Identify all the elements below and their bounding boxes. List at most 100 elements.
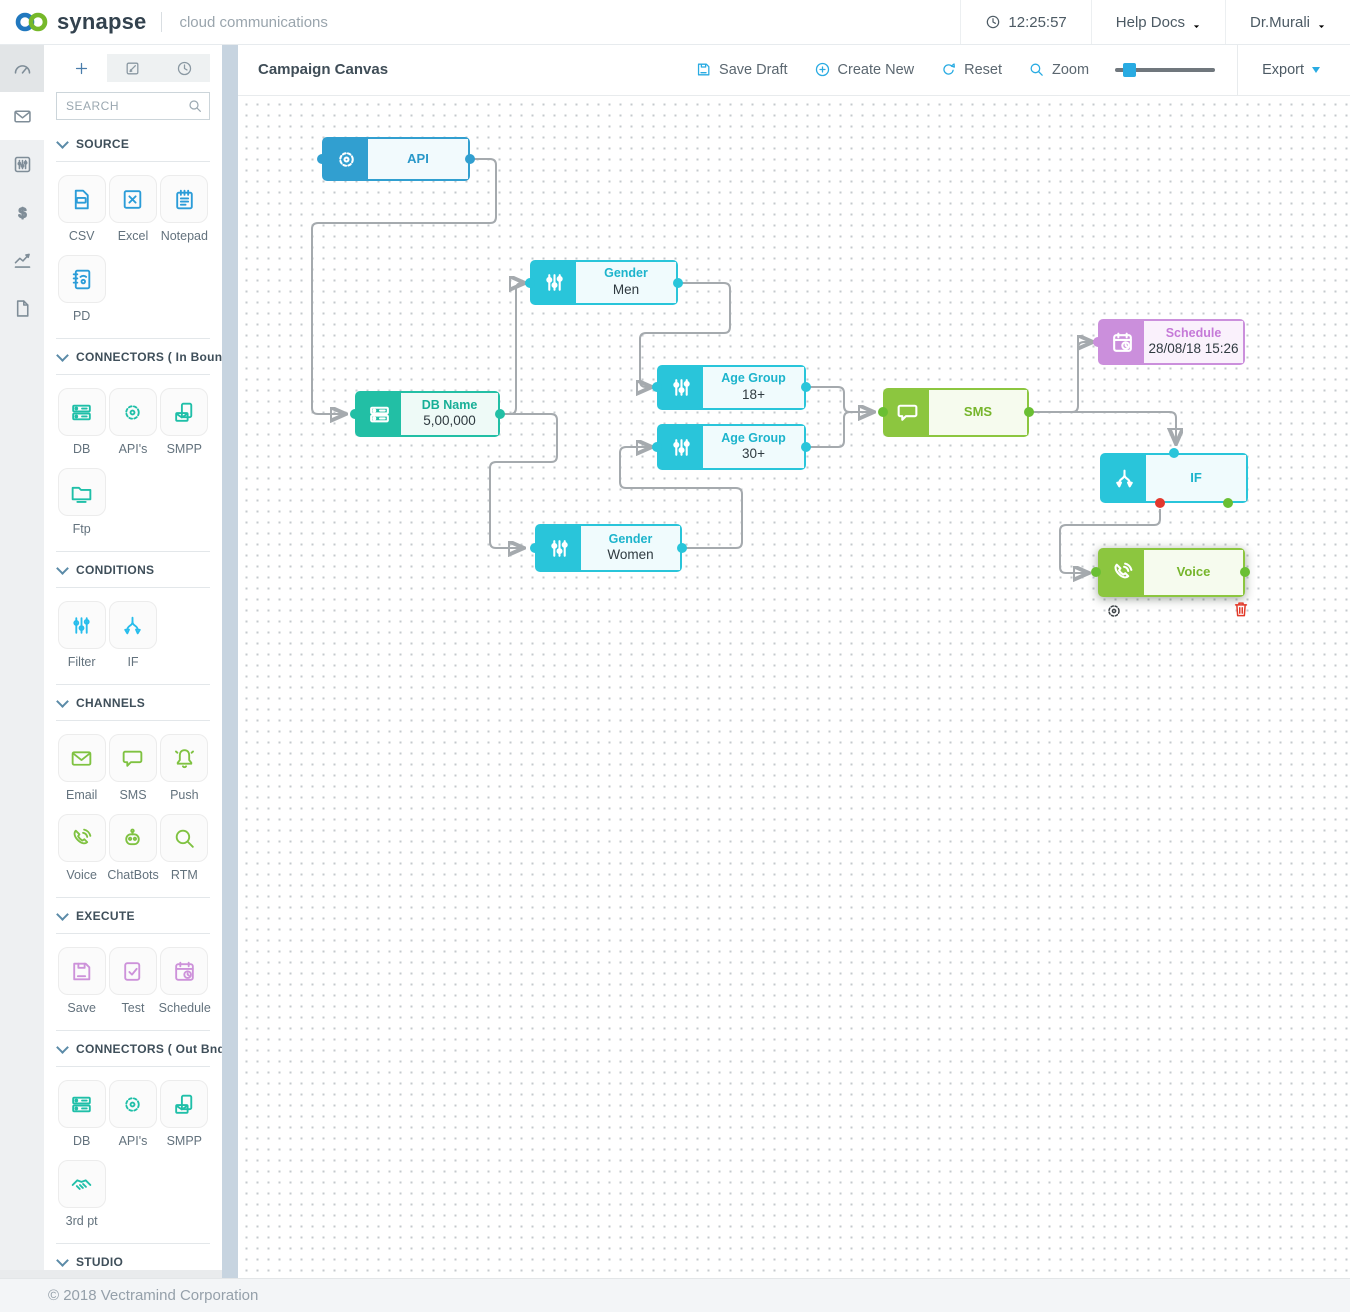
port-schedule-left[interactable] bbox=[1093, 337, 1103, 347]
node-age-group-30[interactable]: Age Group 30+ bbox=[657, 424, 806, 470]
section-conditions: CONDITIONS Filter IF bbox=[56, 551, 210, 684]
reset-button[interactable]: Reset bbox=[940, 61, 1002, 78]
magnifier-icon bbox=[1028, 61, 1045, 78]
palette-item-apis-in[interactable]: API's bbox=[107, 388, 158, 456]
palette-item-chatbots[interactable]: ChatBots bbox=[107, 814, 158, 882]
robot-icon bbox=[120, 826, 145, 851]
port-gender-men-right[interactable] bbox=[673, 278, 683, 288]
section-execute-header[interactable]: EXECUTE bbox=[56, 898, 210, 934]
help-docs-menu[interactable]: Help Docs bbox=[1091, 0, 1225, 44]
palette-item-filter[interactable]: Filter bbox=[56, 601, 107, 669]
rail-item-campaigns[interactable] bbox=[0, 92, 44, 140]
chevron-down-icon bbox=[56, 562, 69, 575]
node-gender-men[interactable]: Gender Men bbox=[530, 260, 678, 305]
port-if-false[interactable] bbox=[1155, 498, 1165, 508]
palette-item-voice[interactable]: Voice bbox=[56, 814, 107, 882]
port-sms-left[interactable] bbox=[878, 407, 888, 417]
node-age-group-18[interactable]: Age Group 18+ bbox=[657, 365, 806, 410]
palette-item-push[interactable]: Push bbox=[159, 734, 210, 802]
node-schedule[interactable]: Schedule 28/08/18 15:26 bbox=[1098, 319, 1245, 365]
port-gender-women-right[interactable] bbox=[677, 543, 687, 553]
canvas-grid[interactable]: API Gender Men DB Name 5,00,000 A bbox=[238, 96, 1350, 1278]
palette-item-smpp-in[interactable]: SMPP bbox=[159, 388, 210, 456]
port-age18-right[interactable] bbox=[801, 382, 811, 392]
chevron-down-icon bbox=[56, 1041, 69, 1054]
palette-item-pd[interactable]: PD bbox=[56, 255, 107, 323]
rail-item-billing[interactable] bbox=[0, 188, 44, 236]
rail-item-documents[interactable] bbox=[0, 284, 44, 332]
palette-item-schedule[interactable]: Schedule bbox=[159, 947, 210, 1015]
filter-sliders-icon bbox=[659, 367, 703, 408]
port-age18-left[interactable] bbox=[652, 382, 662, 392]
palette-item-db-out[interactable]: DB bbox=[56, 1080, 107, 1148]
save-draft-button[interactable]: Save Draft bbox=[695, 61, 788, 78]
zoom-slider[interactable] bbox=[1115, 63, 1215, 77]
node-settings-button[interactable] bbox=[1104, 601, 1124, 626]
sidebar-scrollbar[interactable] bbox=[222, 44, 238, 1278]
port-gender-women-left[interactable] bbox=[530, 543, 540, 553]
tab-history[interactable] bbox=[159, 54, 210, 82]
calendar-clock-icon bbox=[172, 959, 197, 984]
palette-item-smpp-out[interactable]: SMPP bbox=[159, 1080, 210, 1148]
port-voice-left[interactable] bbox=[1091, 567, 1101, 577]
section-connectors-out-header[interactable]: CONNECTORS ( Out Bnd ) bbox=[56, 1031, 210, 1067]
port-if-true[interactable] bbox=[1223, 498, 1233, 508]
port-db-right[interactable] bbox=[495, 409, 505, 419]
port-api-right[interactable] bbox=[465, 154, 475, 164]
sidebar-horizontal-scrollbar[interactable] bbox=[0, 1270, 222, 1278]
node-api[interactable]: API bbox=[322, 137, 470, 181]
app-root: synapse cloud communications 12:25:57 He… bbox=[0, 0, 1350, 1312]
filter-box-icon bbox=[12, 154, 33, 175]
node-sms[interactable]: SMS bbox=[883, 388, 1029, 437]
chevron-down-icon bbox=[1317, 22, 1326, 31]
node-gender-women[interactable]: Gender Women bbox=[535, 524, 682, 572]
section-studio-header[interactable]: STUDIO bbox=[56, 1244, 210, 1270]
palette-item-if[interactable]: IF bbox=[107, 601, 158, 669]
node-if[interactable]: IF bbox=[1100, 453, 1248, 503]
chevron-down-icon bbox=[56, 695, 69, 708]
user-menu[interactable]: Dr.Murali bbox=[1225, 0, 1350, 44]
palette-item-db-in[interactable]: DB bbox=[56, 388, 107, 456]
section-channels-header[interactable]: CHANNELS bbox=[56, 685, 210, 721]
palette-item-test[interactable]: Test bbox=[107, 947, 158, 1015]
zoom-slider-handle[interactable] bbox=[1123, 63, 1136, 77]
port-sms-right[interactable] bbox=[1024, 407, 1034, 417]
palette-item-excel[interactable]: Excel bbox=[107, 175, 158, 243]
plus-icon bbox=[73, 60, 90, 77]
port-voice-right[interactable] bbox=[1240, 567, 1250, 577]
database-server-icon bbox=[69, 400, 94, 425]
node-voice[interactable]: Voice bbox=[1098, 548, 1245, 597]
tab-add[interactable] bbox=[56, 54, 107, 82]
palette-item-3rdparty[interactable]: 3rd pt bbox=[56, 1160, 107, 1228]
page-footer: © 2018 Vectramind Corporation bbox=[0, 1278, 1350, 1312]
palette-item-ftp[interactable]: Ftp bbox=[56, 468, 107, 536]
document-icon bbox=[12, 298, 33, 319]
palette-item-rtm[interactable]: RTM bbox=[159, 814, 210, 882]
node-db-name[interactable]: DB Name 5,00,000 bbox=[355, 391, 500, 437]
palette-item-notepad[interactable]: Notepad bbox=[159, 175, 210, 243]
rail-item-analytics[interactable] bbox=[0, 236, 44, 284]
port-age30-left[interactable] bbox=[652, 442, 662, 452]
clock-time: 12:25:57 bbox=[960, 0, 1090, 44]
smpp-icon bbox=[172, 1092, 197, 1117]
palette-item-sms[interactable]: SMS bbox=[107, 734, 158, 802]
port-age30-right[interactable] bbox=[801, 442, 811, 452]
top-header: synapse cloud communications 12:25:57 He… bbox=[0, 0, 1350, 45]
palette-item-csv[interactable]: CSV bbox=[56, 175, 107, 243]
palette-item-apis-out[interactable]: API's bbox=[107, 1080, 158, 1148]
node-delete-button[interactable] bbox=[1231, 599, 1251, 624]
section-conditions-header[interactable]: CONDITIONS bbox=[56, 552, 210, 588]
rail-item-preferences[interactable] bbox=[0, 140, 44, 188]
port-if-top[interactable] bbox=[1169, 448, 1179, 458]
palette-item-save[interactable]: Save bbox=[56, 947, 107, 1015]
palette-item-email[interactable]: Email bbox=[56, 734, 107, 802]
port-db-left[interactable] bbox=[350, 409, 360, 419]
create-new-button[interactable]: Create New bbox=[814, 61, 915, 78]
port-api-left[interactable] bbox=[317, 154, 327, 164]
tab-edit[interactable] bbox=[107, 54, 158, 82]
section-connectors-in-header[interactable]: CONNECTORS ( In Bound ) bbox=[56, 339, 210, 375]
port-gender-men-left[interactable] bbox=[525, 278, 535, 288]
section-source-header[interactable]: SOURCE bbox=[56, 126, 210, 162]
rail-item-dashboard[interactable] bbox=[0, 44, 44, 92]
export-dropdown[interactable]: Export bbox=[1237, 44, 1350, 95]
